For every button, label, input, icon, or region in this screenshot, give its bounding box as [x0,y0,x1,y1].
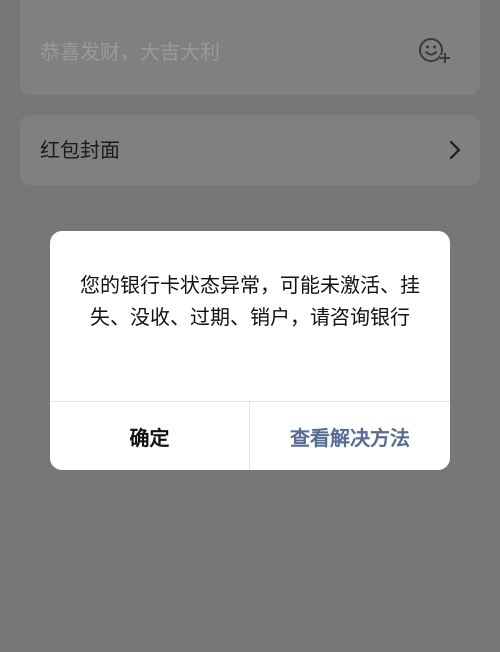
greeting-placeholder: 恭喜发财，大吉大利 [40,40,220,64]
view-solution-button[interactable]: 查看解决方法 [250,402,450,470]
red-packet-cover-row[interactable]: 红包封面 [20,115,480,185]
emoji-add-icon[interactable] [418,36,452,66]
greeting-message-field[interactable]: 恭喜发财，大吉大利 [20,0,480,95]
bank-card-error-dialog: 您的银行卡状态异常，可能未激活、挂失、没收、过期、销户，请咨询银行 确定 查看解… [50,231,450,470]
confirm-button[interactable]: 确定 [50,402,249,470]
chevron-right-icon [448,139,462,161]
dialog-message: 您的银行卡状态异常，可能未激活、挂失、没收、过期、销户，请咨询银行 [80,273,420,329]
red-packet-cover-label: 红包封面 [40,138,120,162]
